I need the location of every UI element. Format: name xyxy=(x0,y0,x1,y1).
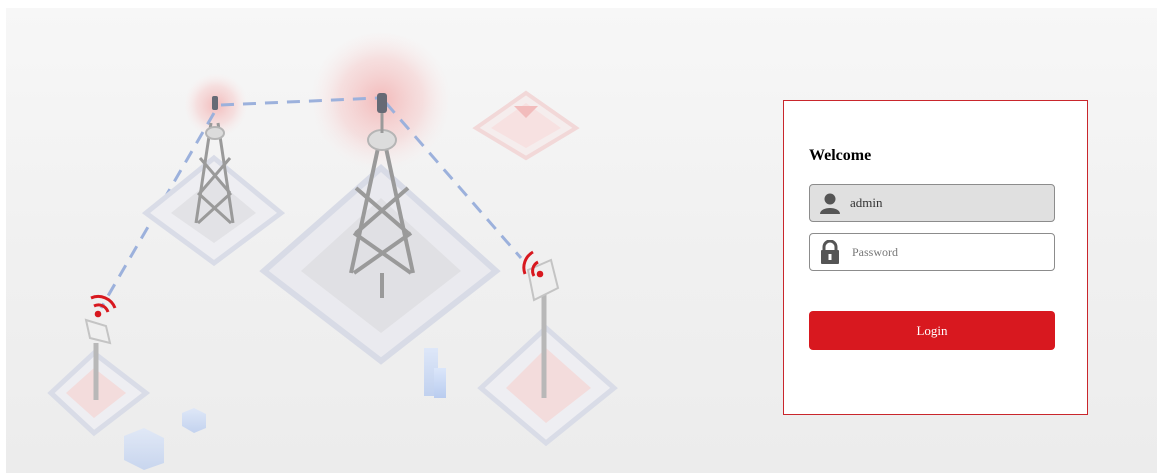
big-tower-antenna xyxy=(377,93,387,113)
login-button[interactable]: Login xyxy=(809,311,1055,350)
password-field[interactable] xyxy=(809,233,1055,271)
bottom-right-platform xyxy=(477,324,618,447)
top-right-diamond xyxy=(472,90,580,161)
login-panel: Welcome admin Login xyxy=(783,100,1088,415)
lock-icon xyxy=(810,234,850,270)
username-field[interactable]: admin xyxy=(809,184,1055,222)
network-towers-illustration xyxy=(47,30,618,470)
user-icon xyxy=(810,185,850,221)
login-page: Welcome admin Login xyxy=(6,8,1157,473)
welcome-heading: Welcome xyxy=(809,147,872,164)
username-value[interactable]: admin xyxy=(850,195,883,211)
decorative-cubes xyxy=(124,348,446,470)
wifi-signal-icon xyxy=(90,295,117,318)
center-platform xyxy=(259,163,501,365)
password-input[interactable] xyxy=(852,244,1042,260)
wifi-signal-icon xyxy=(522,250,544,278)
